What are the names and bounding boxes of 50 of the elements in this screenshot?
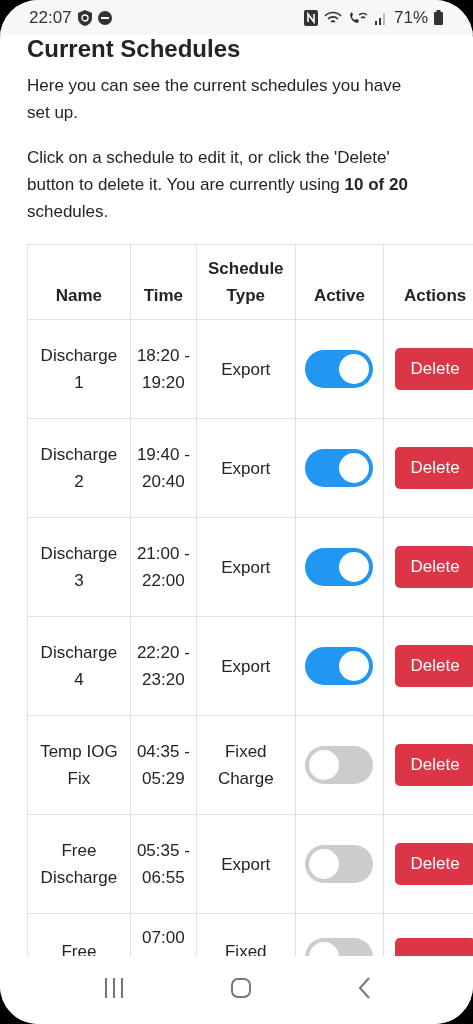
- delete-button[interactable]: Delete: [394, 348, 473, 390]
- toggle-switch[interactable]: [305, 746, 374, 784]
- schedule-time[interactable]: 22:20 - 23:20: [130, 616, 197, 716]
- schedule-name[interactable]: Discharge 3: [27, 517, 131, 617]
- schedule-name[interactable]: Discharge 1: [27, 319, 131, 419]
- delete-button[interactable]: Delete: [394, 546, 473, 588]
- intro-text: Here you can see the current schedules you have set up.: [27, 75, 403, 124]
- schedule-name[interactable]: Discharge 2: [27, 418, 131, 518]
- page-title: Current Schedules: [27, 35, 242, 63]
- home-icon[interactable]: [229, 977, 252, 999]
- back-icon[interactable]: [356, 976, 371, 1000]
- schedule-type[interactable]: Export: [196, 418, 296, 518]
- do-not-disturb-icon: [97, 10, 112, 25]
- column-header: Name: [27, 244, 131, 320]
- schedule-time[interactable]: 19:40 - 20:40: [130, 418, 197, 518]
- schedule-name[interactable]: Free Discharge: [27, 814, 131, 914]
- schedule-type[interactable]: Fixed Charge: [196, 715, 296, 815]
- schedule-name[interactable]: Discharge 4: [27, 616, 131, 716]
- column-header: Schedule Type: [196, 244, 296, 320]
- delete-button[interactable]: Delete: [394, 843, 473, 885]
- signal-icon: [373, 10, 388, 25]
- schedule-type[interactable]: Export: [196, 517, 296, 617]
- column-header: Active: [295, 244, 384, 320]
- schedule-time[interactable]: 18:20 - 19:20: [130, 319, 197, 419]
- schedule-time[interactable]: 04:35 - 05:29: [130, 715, 197, 815]
- schedule-type[interactable]: Export: [196, 616, 296, 716]
- toggle-switch[interactable]: [305, 449, 374, 487]
- nfc-icon: [303, 9, 318, 26]
- delete-button[interactable]: Delete: [394, 447, 473, 489]
- delete-button[interactable]: Delete: [394, 744, 473, 786]
- instructions-text: Click on a schedule to edit it, or click the 'Delete' button to delete it. You are currently using 10 of 20 schedules.: [27, 147, 409, 223]
- clock-time: 22:07: [29, 7, 72, 28]
- delete-button[interactable]: Delete: [394, 645, 473, 687]
- column-header: Actions: [383, 244, 473, 320]
- schedule-type[interactable]: Export: [196, 814, 296, 914]
- battery-icon: [434, 10, 443, 25]
- schedule-type[interactable]: Export: [196, 319, 296, 419]
- toggle-switch[interactable]: [305, 350, 374, 388]
- wifi-icon: [323, 10, 342, 25]
- wifi-call-icon: [347, 10, 368, 25]
- battery-percent: 71%: [393, 7, 428, 28]
- schedule-time[interactable]: 21:00 - 22:00: [130, 517, 197, 617]
- shield-icon: [77, 9, 92, 26]
- column-header: Time: [130, 244, 197, 320]
- schedule-time[interactable]: 05:35 - 06:55: [130, 814, 197, 914]
- recent-apps-icon[interactable]: [102, 976, 125, 1000]
- schedule-name[interactable]: Temp IOG Fix: [27, 715, 131, 815]
- toggle-switch[interactable]: [305, 548, 374, 586]
- toggle-switch[interactable]: [305, 845, 374, 883]
- toggle-switch[interactable]: [305, 647, 374, 685]
